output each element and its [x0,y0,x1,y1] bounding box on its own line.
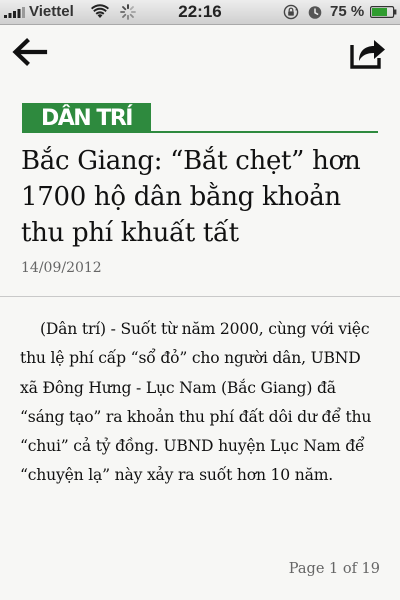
battery-percentage: 75 % [330,3,365,20]
source-logo: DÂN TRÍ [22,103,151,133]
page-indicator: Page 1 of 19 [288,561,380,577]
article-title: Bắc Giang: “Bắt chẹt” hơn 1700 hộ dân bằ… [21,146,361,248]
article-body: (Dân trí) - Suốt từ năm 2000, cùng với v… [20,320,372,485]
back-arrow-icon [12,38,48,66]
article-date: 14/09/2012 [21,260,102,276]
status-bar: Viettel 22:16 75 % [0,0,400,25]
header-divider [0,296,400,297]
rotation-lock-icon [283,4,299,20]
logo-underline [151,131,378,133]
source-logo-text: DÂN TRÍ [41,106,134,131]
share-button[interactable] [346,32,390,72]
back-button[interactable] [10,34,52,70]
share-icon [350,40,385,69]
battery-icon [370,6,397,18]
alarm-icon [308,6,322,19]
